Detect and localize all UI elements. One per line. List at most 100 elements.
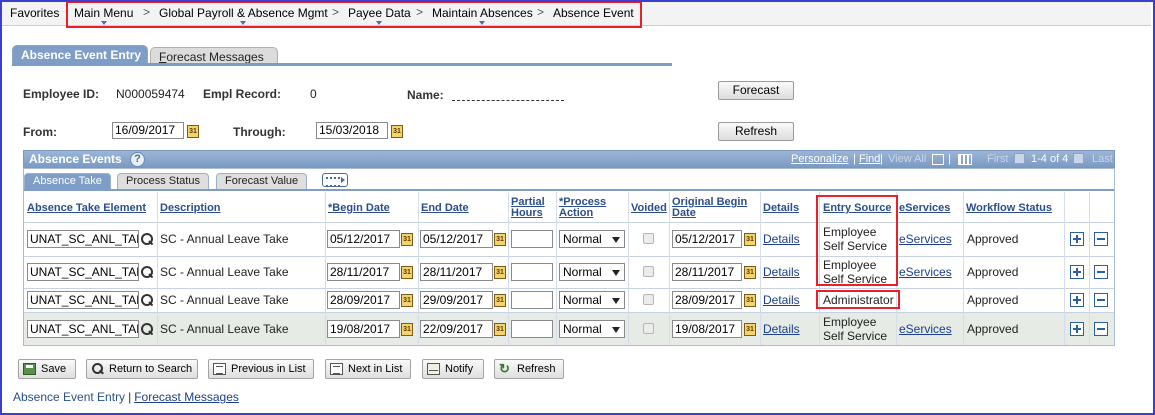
col-header-element[interactable]: Absence Take Element — [27, 203, 146, 214]
calendar-icon[interactable]: 31 — [401, 233, 413, 246]
details-link[interactable]: Details — [763, 293, 800, 307]
lookup-magnifier-icon[interactable] — [141, 266, 153, 278]
process-action-select[interactable]: Normal — [559, 230, 625, 248]
calendar-icon[interactable]: 31 — [401, 266, 413, 279]
add-row-plus-icon[interactable] — [1070, 232, 1084, 246]
delete-row-minus-icon[interactable] — [1094, 265, 1108, 279]
calendar-icon[interactable]: 31 — [401, 294, 413, 307]
show-all-columns-icon[interactable] — [322, 173, 348, 187]
last-link[interactable]: Last — [1092, 153, 1113, 165]
details-link[interactable]: Details — [763, 232, 800, 246]
add-row-plus-icon[interactable] — [1070, 265, 1084, 279]
calendar-icon[interactable]: 31 — [494, 323, 506, 336]
original-begin-date-input[interactable]: 28/09/2017 — [672, 291, 742, 309]
nav-global-payroll[interactable]: Global Payroll & Absence Mgmt — [159, 6, 328, 25]
calendar-icon[interactable]: 31 — [744, 294, 756, 307]
end-date-input[interactable]: 29/09/2017 — [420, 291, 493, 309]
nav-payee-data[interactable]: Payee Data — [348, 6, 411, 25]
tab-absence-take[interactable]: Absence Take — [24, 173, 111, 190]
col-header-entry-source[interactable]: Entry Source — [823, 203, 891, 214]
absence-take-element-input[interactable]: UNAT_SC_ANL_TAKE — [27, 320, 139, 338]
zoom-icon[interactable] — [932, 154, 944, 165]
eservices-link[interactable]: eServices — [899, 322, 952, 336]
absence-take-element-input[interactable]: UNAT_SC_ANL_TAKE — [27, 263, 139, 281]
process-action-select[interactable]: Normal — [559, 320, 625, 338]
col-header-process-action[interactable]: *Process Action — [559, 197, 619, 219]
delete-row-minus-icon[interactable] — [1094, 293, 1108, 307]
eservices-link[interactable]: eServices — [899, 232, 952, 246]
calendar-icon[interactable]: 31 — [401, 323, 413, 336]
delete-row-minus-icon[interactable] — [1094, 322, 1108, 336]
process-action-select[interactable]: Normal — [559, 263, 625, 281]
partial-hours-input[interactable] — [511, 230, 553, 248]
tab-absence-event-entry[interactable]: Absence Event Entry — [12, 45, 148, 63]
end-date-input[interactable]: 05/12/2017 — [420, 230, 493, 248]
first-link[interactable]: First — [987, 153, 1008, 165]
forecast-button[interactable]: Forecast — [718, 81, 794, 100]
eservices-link[interactable]: eServices — [899, 265, 952, 279]
begin-date-input[interactable]: 19/08/2017 — [327, 320, 400, 338]
delete-row-minus-icon[interactable] — [1094, 232, 1108, 246]
next-in-list-button[interactable]: Next in List — [325, 359, 411, 379]
next-row-icon[interactable] — [1073, 153, 1084, 164]
add-row-plus-icon[interactable] — [1070, 322, 1084, 336]
col-header-end-date[interactable]: End Date — [421, 203, 469, 214]
details-link[interactable]: Details — [763, 265, 800, 279]
lookup-magnifier-icon[interactable] — [141, 294, 153, 306]
lookup-magnifier-icon[interactable] — [141, 323, 153, 335]
original-begin-date-input[interactable]: 19/08/2017 — [672, 320, 742, 338]
add-row-plus-icon[interactable] — [1070, 293, 1084, 307]
calendar-icon[interactable]: 31 — [391, 125, 403, 138]
partial-hours-input[interactable] — [511, 263, 553, 281]
col-header-partial-hours[interactable]: Partial Hours — [511, 197, 551, 219]
refresh-toolbar-button[interactable]: Refresh — [494, 359, 564, 379]
details-link[interactable]: Details — [763, 322, 800, 336]
partial-hours-input[interactable] — [511, 320, 553, 338]
nav-main-menu[interactable]: Main Menu — [74, 6, 133, 25]
process-action-select[interactable]: Normal — [559, 291, 625, 309]
calendar-icon[interactable]: 31 — [494, 266, 506, 279]
absence-take-element-input[interactable]: UNAT_SC_ANL_TAKE — [27, 230, 139, 248]
tab-forecast-value[interactable]: Forecast Value — [216, 173, 308, 190]
help-icon[interactable]: ? — [130, 152, 145, 167]
end-date-input[interactable]: 22/09/2017 — [420, 320, 493, 338]
return-to-search-button[interactable]: Return to Search — [86, 359, 198, 379]
absence-take-element-input[interactable]: UNAT_SC_ANL_TAKE — [27, 291, 139, 309]
footer-forecast-messages-link[interactable]: Forecast Messages — [134, 390, 239, 404]
save-button[interactable]: Save — [18, 359, 76, 379]
col-header-eservices[interactable]: eServices — [899, 203, 950, 214]
begin-date-input[interactable]: 05/12/2017 — [327, 230, 400, 248]
col-header-workflow-status[interactable]: Workflow Status — [966, 203, 1052, 214]
calendar-icon[interactable]: 31 — [744, 233, 756, 246]
nav-absence-event[interactable]: Absence Event — [553, 6, 634, 20]
original-begin-date-input[interactable]: 28/11/2017 — [672, 263, 742, 281]
begin-date-input[interactable]: 28/11/2017 — [327, 263, 400, 281]
col-header-details[interactable]: Details — [763, 203, 799, 214]
calendar-icon[interactable]: 31 — [494, 294, 506, 307]
col-header-voided[interactable]: Voided — [631, 203, 667, 214]
begin-date-input[interactable]: 28/09/2017 — [327, 291, 400, 309]
previous-in-list-button[interactable]: Previous in List — [208, 359, 314, 379]
end-date-input[interactable]: 28/11/2017 — [420, 263, 493, 281]
calendar-icon[interactable]: 31 — [494, 233, 506, 246]
nav-favorites[interactable]: Favorites — [10, 6, 59, 20]
download-grid-icon[interactable] — [958, 154, 972, 165]
previous-row-icon[interactable] — [1014, 153, 1025, 164]
notify-button[interactable]: Notify — [422, 359, 484, 379]
col-header-description[interactable]: Description — [160, 203, 221, 214]
original-begin-date-input[interactable]: 05/12/2017 — [672, 230, 742, 248]
personalize-link[interactable]: Personalize — [791, 153, 848, 165]
calendar-icon[interactable]: 31 — [744, 266, 756, 279]
calendar-icon[interactable]: 31 — [187, 125, 199, 138]
partial-hours-input[interactable] — [511, 291, 553, 309]
refresh-button[interactable]: Refresh — [718, 122, 794, 141]
col-header-begin-date[interactable]: *Begin Date — [328, 203, 390, 214]
lookup-magnifier-icon[interactable] — [141, 233, 153, 245]
calendar-icon[interactable]: 31 — [744, 323, 756, 336]
find-link[interactable]: Find — [859, 153, 880, 165]
through-date-input[interactable]: 15/03/2018 — [316, 122, 388, 139]
nav-maintain-absences[interactable]: Maintain Absences — [432, 6, 533, 25]
view-all-link[interactable]: View All — [888, 153, 926, 165]
from-date-input[interactable]: 16/09/2017 — [112, 122, 184, 139]
col-header-original-begin-date[interactable]: Original Begin Date — [672, 197, 760, 219]
